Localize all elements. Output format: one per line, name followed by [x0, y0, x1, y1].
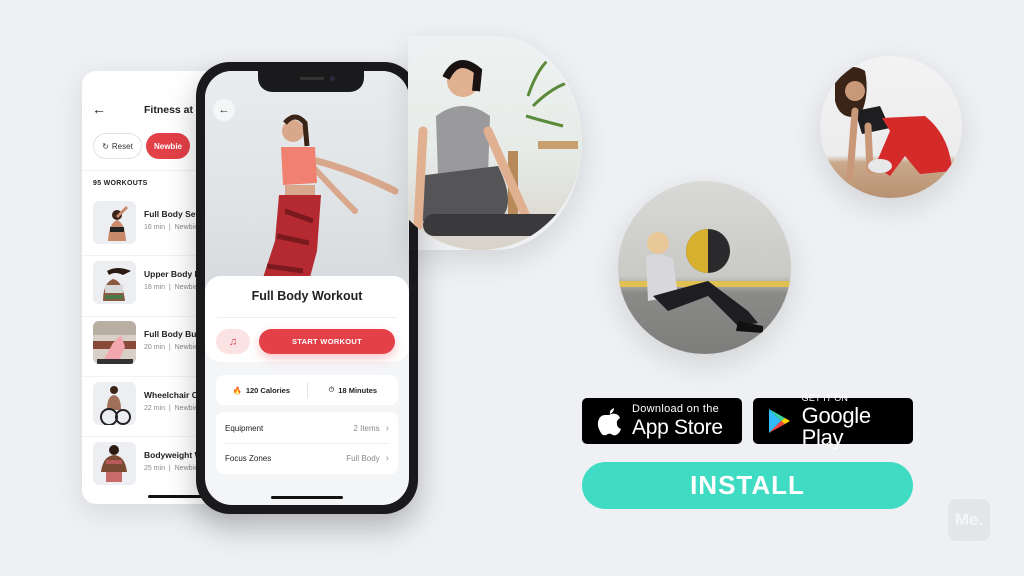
arrow-left-icon: ←: [218, 104, 230, 116]
workout-thumbnail: [93, 261, 136, 304]
newbie-filter-chip[interactable]: Newbie: [146, 133, 190, 159]
workout-thumbnail: [93, 382, 136, 425]
phone-frame: ← Full Body Workout ♫ START WORKOUT 🔥 12…: [196, 62, 418, 514]
equipment-label: Equipment: [225, 423, 264, 433]
workout-summary-card: Full Body Workout ♫ START WORKOUT: [205, 276, 409, 362]
medicine-ball-photo: [618, 181, 791, 354]
workouts-count: 95 WORKOUTS: [93, 180, 148, 187]
equipment-value: 2 Items: [353, 423, 380, 433]
workout-name: Full Body Set: [144, 209, 199, 219]
app-store-big-text: App Store: [632, 416, 723, 439]
divider: [217, 317, 397, 318]
speaker: [300, 77, 324, 80]
workout-detail-screen: ← Full Body Workout ♫ START WORKOUT 🔥 12…: [205, 71, 409, 505]
brand-logo: Me.: [948, 499, 990, 541]
equipment-row[interactable]: Equipment 2 Items ›: [225, 413, 389, 443]
chevron-right-icon: ›: [385, 422, 389, 434]
refresh-icon: ↻: [102, 141, 109, 151]
duration-stat: ⏱ 18 Minutes: [308, 385, 399, 395]
reset-chip-label: Reset: [111, 141, 133, 151]
google-play-big-text: Google Play: [801, 402, 871, 450]
chevron-right-icon: ›: [385, 452, 389, 464]
start-workout-button[interactable]: START WORKOUT: [259, 329, 395, 354]
workout-meta: 20 min | Newbie: [144, 344, 198, 351]
workout-thumbnail: [93, 201, 136, 244]
equipment-value-group: 2 Items ›: [353, 423, 389, 434]
woman-exercising-image: [257, 114, 399, 296]
yoga-mat-photo: [408, 36, 582, 250]
back-arrow-icon[interactable]: ←: [92, 101, 106, 117]
workout-thumbnail: [93, 442, 136, 485]
camera: [330, 76, 335, 81]
focus-zones-value-group: Full Body ›: [346, 453, 389, 464]
calories-stat: 🔥 120 Calories: [216, 386, 307, 395]
home-indicator: [271, 496, 343, 499]
music-note-icon: ♫: [228, 335, 238, 348]
workout-meta: 22 min | Newbie: [144, 405, 198, 412]
app-store-small-text: Download on the: [632, 403, 720, 415]
workout-meta: 16 min | Newbie: [144, 224, 198, 231]
stats-card: 🔥 120 Calories ⏱ 18 Minutes: [216, 375, 398, 405]
focus-zones-row[interactable]: Focus Zones Full Body ›: [225, 443, 389, 473]
flame-icon: 🔥: [232, 385, 242, 395]
music-button[interactable]: ♫: [216, 329, 250, 354]
google-play-icon: [765, 406, 794, 436]
newbie-chip-label: Newbie: [153, 141, 182, 151]
install-button[interactable]: INSTALL: [582, 462, 913, 509]
workout-title: Full Body Workout: [251, 289, 363, 303]
google-play-small-text: GET IT ON: [801, 392, 849, 403]
focus-zones-label: Focus Zones: [225, 453, 272, 463]
info-card: Equipment 2 Items › Focus Zones Full Bod…: [216, 412, 398, 474]
workout-meta: 25 min | Newbie: [144, 465, 198, 472]
focus-zones-value: Full Body: [346, 453, 380, 463]
hero-image: [205, 71, 409, 296]
reset-filter-chip[interactable]: ↻ Reset: [93, 133, 142, 159]
google-play-badge[interactable]: GET IT ON Google Play: [753, 393, 913, 448]
stretching-woman-photo: [820, 56, 962, 198]
app-store-badge[interactable]: Download on the App Store: [582, 398, 742, 444]
phone-notch: [258, 71, 364, 92]
back-button[interactable]: ←: [213, 99, 235, 121]
calories-value: 120 Calories: [245, 385, 291, 395]
workout-meta: 18 min | Newbie: [144, 284, 198, 291]
stopwatch-icon: ⏱: [328, 385, 335, 394]
duration-value: 18 Minutes: [338, 385, 378, 395]
workout-thumbnail: [93, 321, 136, 364]
apple-logo-icon: [594, 406, 624, 436]
